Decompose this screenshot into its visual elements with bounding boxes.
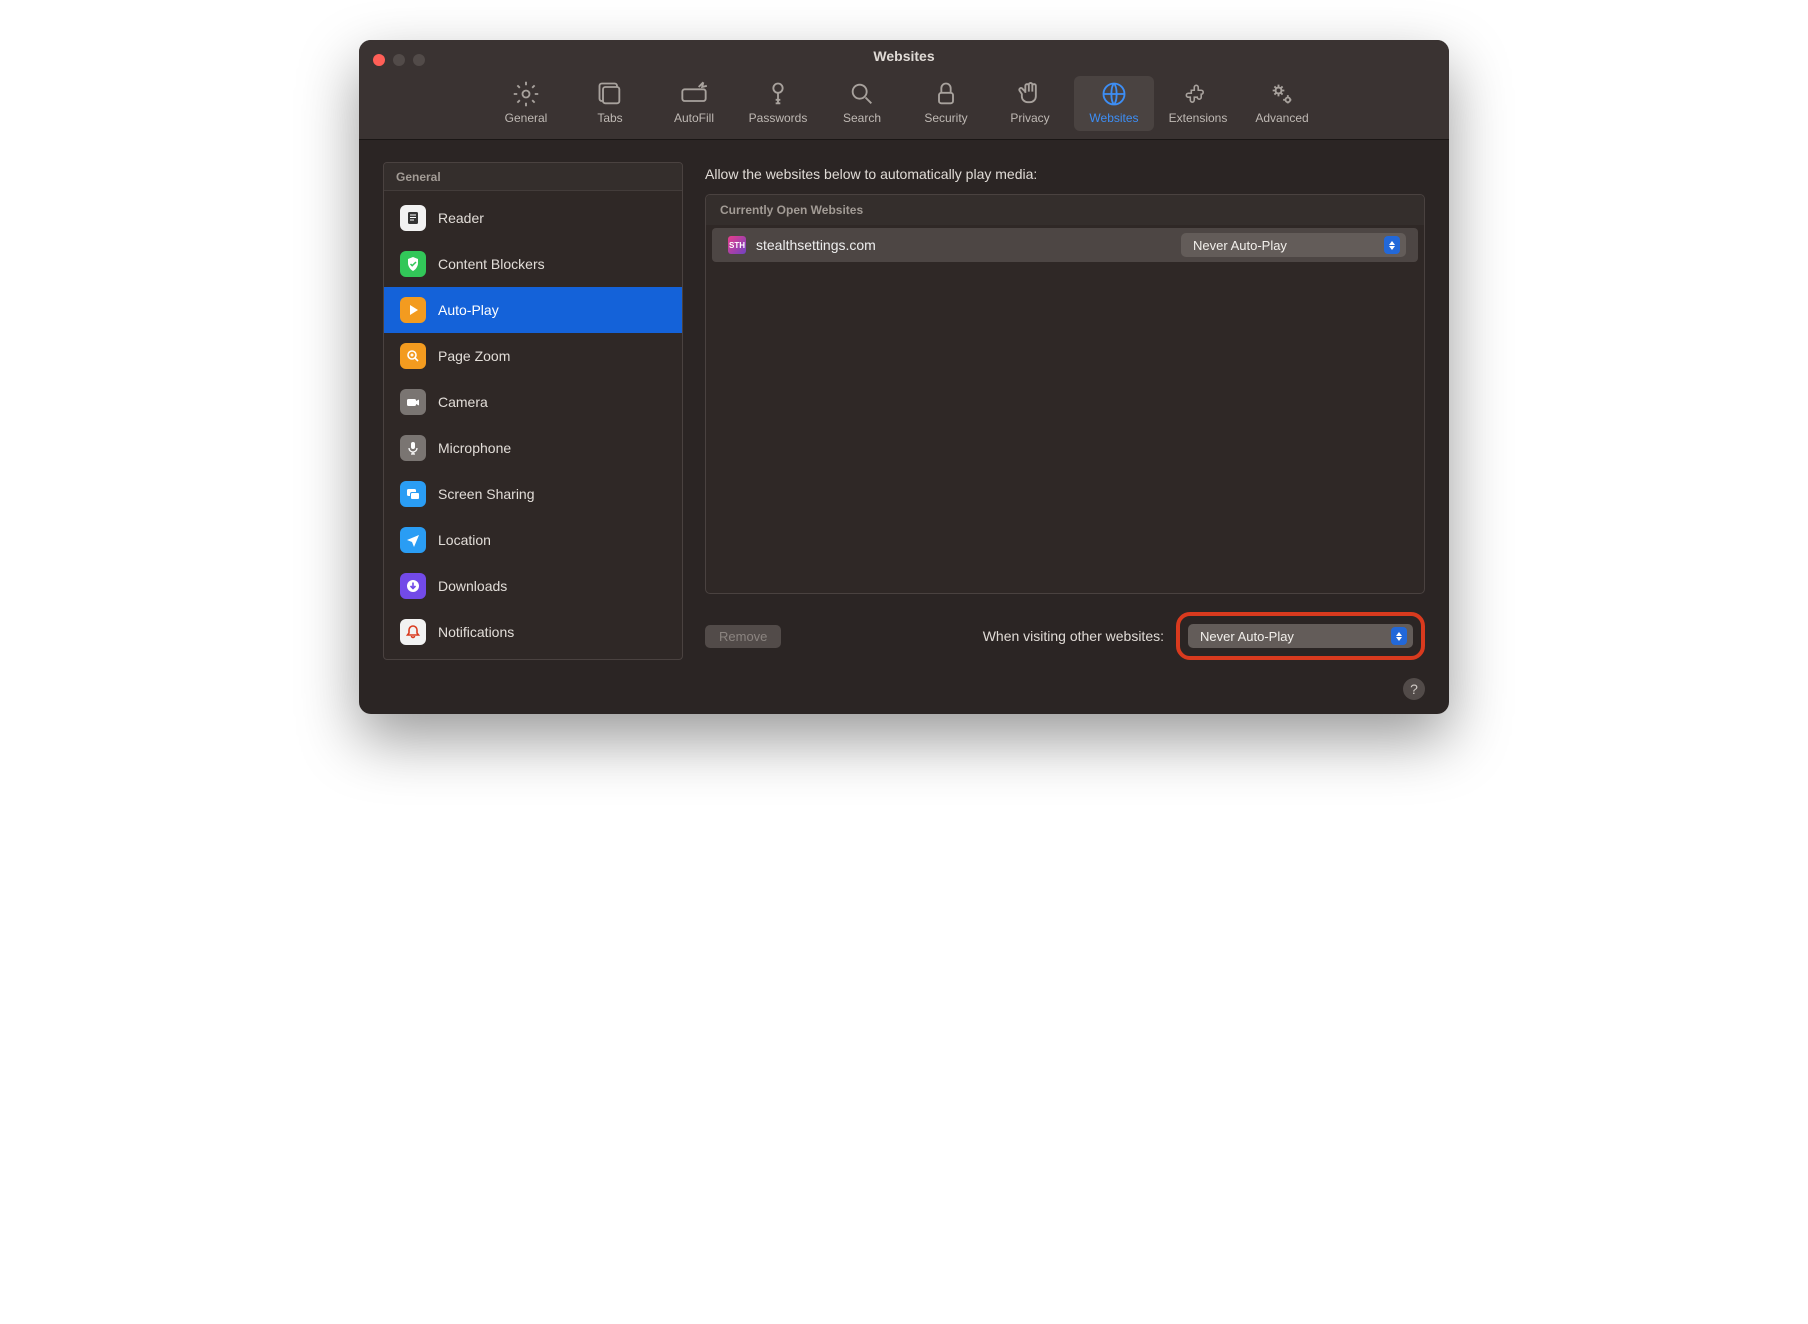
- sidebar-item-microphone[interactable]: Microphone: [384, 425, 682, 471]
- preferences-window: Websites General Tabs AutoFill Passwords: [359, 40, 1449, 714]
- remove-button-label: Remove: [719, 629, 767, 644]
- zoom-window-button[interactable]: [413, 54, 425, 66]
- chevron-updown-icon: [1391, 627, 1407, 645]
- sidebar-item-label: Screen Sharing: [438, 486, 535, 502]
- gears-icon: [1268, 80, 1296, 108]
- microphone-icon: [400, 435, 426, 461]
- website-row[interactable]: STH stealthsettings.com Never Auto-Play: [712, 228, 1418, 262]
- toolbar-item-privacy[interactable]: Privacy: [990, 76, 1070, 131]
- toolbar-item-autofill[interactable]: AutoFill: [654, 76, 734, 131]
- gear-icon: [512, 80, 540, 108]
- sidebar-item-label: Location: [438, 532, 491, 548]
- minimize-window-button[interactable]: [393, 54, 405, 66]
- search-icon: [848, 80, 876, 108]
- highlight-annotation: Never Auto-Play: [1176, 612, 1425, 660]
- location-icon: [400, 527, 426, 553]
- key-icon: [764, 80, 792, 108]
- preferences-toolbar: General Tabs AutoFill Passwords Search: [359, 70, 1449, 140]
- sidebar-item-location[interactable]: Location: [384, 517, 682, 563]
- window-title: Websites: [373, 48, 1435, 64]
- lock-icon: [932, 80, 960, 108]
- toolbar-item-passwords[interactable]: Passwords: [738, 76, 818, 131]
- section-header: Currently Open Websites: [706, 195, 1424, 225]
- toolbar-label: Advanced: [1255, 111, 1308, 125]
- sidebar-item-label: Content Blockers: [438, 256, 545, 272]
- globe-icon: [1100, 80, 1128, 108]
- tabs-icon: [596, 80, 624, 108]
- help-label: ?: [1410, 681, 1418, 697]
- autoplay-select-row[interactable]: Never Auto-Play: [1181, 233, 1406, 257]
- toolbar-label: Tabs: [597, 111, 622, 125]
- window-controls: [373, 54, 425, 66]
- content-area: General Reader Content Blockers: [359, 140, 1449, 678]
- toolbar-label: Websites: [1089, 111, 1138, 125]
- dropdown-value: Never Auto-Play: [1193, 238, 1287, 253]
- toolbar-item-general[interactable]: General: [486, 76, 566, 131]
- toolbar-item-extensions[interactable]: Extensions: [1158, 76, 1238, 131]
- titlebar: Websites: [359, 40, 1449, 70]
- sidebar-item-auto-play[interactable]: Auto-Play: [384, 287, 682, 333]
- sidebar-item-screen-sharing[interactable]: Screen Sharing: [384, 471, 682, 517]
- sidebar-item-label: Microphone: [438, 440, 511, 456]
- screen-sharing-icon: [400, 481, 426, 507]
- bell-icon: [400, 619, 426, 645]
- puzzle-icon: [1184, 80, 1212, 108]
- sidebar: General Reader Content Blockers: [383, 162, 683, 660]
- website-list: Currently Open Websites STH stealthsetti…: [705, 194, 1425, 594]
- toolbar-label: AutoFill: [674, 111, 714, 125]
- zoom-icon: [400, 343, 426, 369]
- reader-icon: [400, 205, 426, 231]
- sidebar-item-downloads[interactable]: Downloads: [384, 563, 682, 609]
- sidebar-item-label: Reader: [438, 210, 484, 226]
- help-row: ?: [359, 678, 1449, 714]
- camera-icon: [400, 389, 426, 415]
- autoplay-select-default[interactable]: Never Auto-Play: [1188, 624, 1413, 648]
- sidebar-item-page-zoom[interactable]: Page Zoom: [384, 333, 682, 379]
- main-header: Allow the websites below to automaticall…: [705, 162, 1425, 182]
- sidebar-item-notifications[interactable]: Notifications: [384, 609, 682, 655]
- toolbar-item-security[interactable]: Security: [906, 76, 986, 131]
- site-favicon: STH: [728, 236, 746, 254]
- autofill-icon: [680, 80, 708, 108]
- sidebar-item-camera[interactable]: Camera: [384, 379, 682, 425]
- sidebar-item-label: Downloads: [438, 578, 507, 594]
- sidebar-item-label: Camera: [438, 394, 488, 410]
- sidebar-item-label: Page Zoom: [438, 348, 510, 364]
- toolbar-item-advanced[interactable]: Advanced: [1242, 76, 1322, 131]
- play-icon: [400, 297, 426, 323]
- shield-check-icon: [400, 251, 426, 277]
- toolbar-item-websites[interactable]: Websites: [1074, 76, 1154, 131]
- help-button[interactable]: ?: [1403, 678, 1425, 700]
- close-window-button[interactable]: [373, 54, 385, 66]
- chevron-updown-icon: [1384, 236, 1400, 254]
- toolbar-label: Search: [843, 111, 881, 125]
- toolbar-label: Security: [924, 111, 967, 125]
- main-panel: Allow the websites below to automaticall…: [705, 162, 1425, 660]
- toolbar-label: General: [505, 111, 548, 125]
- sidebar-section-header: General: [384, 163, 682, 191]
- download-icon: [400, 573, 426, 599]
- sidebar-item-reader[interactable]: Reader: [384, 195, 682, 241]
- toolbar-label: Privacy: [1010, 111, 1049, 125]
- remove-button[interactable]: Remove: [705, 625, 781, 648]
- toolbar-label: Passwords: [749, 111, 808, 125]
- sidebar-item-label: Notifications: [438, 624, 514, 640]
- sidebar-item-label: Auto-Play: [438, 302, 499, 318]
- toolbar-label: Extensions: [1169, 111, 1228, 125]
- toolbar-item-tabs[interactable]: Tabs: [570, 76, 650, 131]
- footer-row: Remove When visiting other websites: Nev…: [705, 594, 1425, 660]
- dropdown-value: Never Auto-Play: [1200, 629, 1294, 644]
- hand-icon: [1016, 80, 1044, 108]
- toolbar-item-search[interactable]: Search: [822, 76, 902, 131]
- site-name: stealthsettings.com: [756, 237, 876, 253]
- footer-label: When visiting other websites:: [983, 628, 1164, 644]
- sidebar-item-content-blockers[interactable]: Content Blockers: [384, 241, 682, 287]
